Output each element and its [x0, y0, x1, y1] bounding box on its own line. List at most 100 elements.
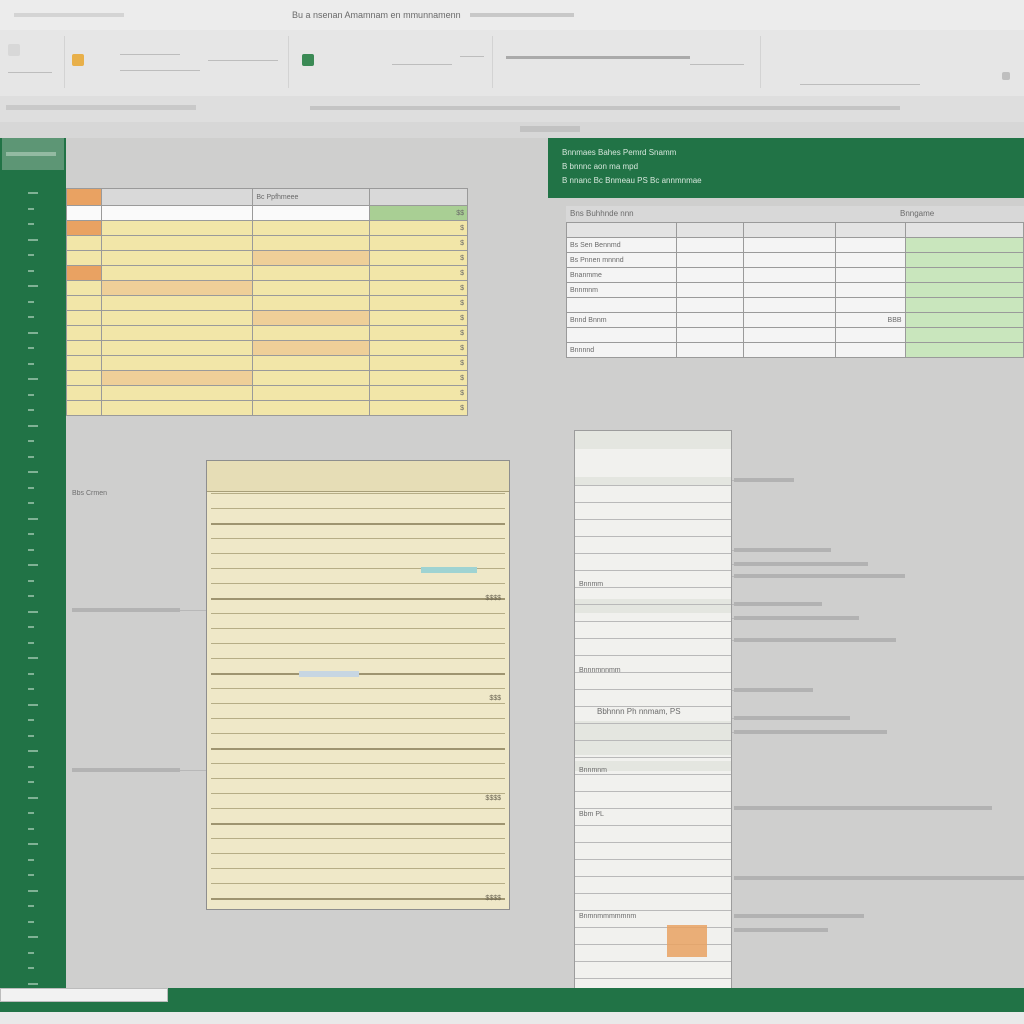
row-number[interactable] [28, 424, 38, 427]
row-number[interactable] [28, 440, 34, 442]
row-number[interactable] [28, 300, 34, 303]
table-cell[interactable] [904, 252, 1024, 268]
table-cell[interactable] [834, 297, 906, 313]
table-cell[interactable]: $ [368, 265, 469, 281]
table-cell[interactable] [252, 340, 370, 356]
table-cell[interactable] [834, 237, 906, 253]
table-cell[interactable] [66, 325, 102, 341]
row-number[interactable] [28, 920, 34, 923]
table-cell[interactable] [252, 355, 370, 371]
ribbon-group-number[interactable] [500, 36, 761, 88]
table-cell[interactable]: $ [368, 340, 469, 356]
table-cell[interactable] [100, 280, 254, 296]
table-cell[interactable] [66, 235, 102, 251]
row-number[interactable] [28, 967, 34, 969]
row-number[interactable] [28, 347, 34, 349]
table-cell[interactable] [675, 327, 745, 343]
table-cell[interactable] [66, 250, 102, 266]
table-cell[interactable] [252, 280, 370, 296]
row-number[interactable] [28, 657, 38, 659]
table-cell[interactable] [252, 295, 370, 311]
row-number[interactable] [28, 905, 34, 907]
table-cell[interactable] [834, 267, 906, 283]
table-cell[interactable]: Bnnnnd [566, 342, 677, 358]
row-number[interactable] [28, 626, 34, 628]
row-number[interactable] [28, 843, 38, 845]
sheet-tab[interactable] [0, 988, 168, 1002]
row-number[interactable] [28, 703, 38, 706]
table-cell[interactable]: Bnnmnm [566, 282, 677, 298]
table-cell[interactable]: $ [368, 250, 469, 266]
table-cell[interactable]: $ [368, 370, 469, 386]
table-cell[interactable] [675, 312, 745, 328]
ribbon-group-alignment[interactable] [292, 36, 493, 88]
row-number[interactable] [28, 765, 34, 768]
table-cell[interactable] [743, 297, 836, 313]
row-number[interactable] [28, 610, 38, 613]
row-number[interactable] [28, 331, 38, 334]
table-cell[interactable] [66, 220, 102, 236]
table-cell[interactable] [100, 205, 254, 221]
table-cell[interactable] [743, 312, 836, 328]
table-cell[interactable]: $ [368, 325, 469, 341]
table-cell[interactable] [566, 297, 677, 313]
table-cell[interactable] [904, 327, 1024, 343]
table-cell[interactable] [252, 205, 370, 221]
table-cell[interactable] [66, 340, 102, 356]
table-cell[interactable] [675, 252, 745, 268]
row-number[interactable] [28, 595, 34, 597]
table-cell[interactable] [100, 325, 254, 341]
format-icon[interactable] [302, 54, 314, 66]
table-cell[interactable] [743, 222, 836, 238]
row-number[interactable] [28, 951, 34, 954]
table-cell[interactable] [904, 297, 1024, 313]
highlight-icon[interactable] [72, 54, 84, 66]
table-cell[interactable] [66, 280, 102, 296]
table-cell[interactable] [743, 327, 836, 343]
table-cell[interactable] [743, 252, 836, 268]
row-number[interactable] [28, 688, 34, 690]
table-cell[interactable]: $ [368, 310, 469, 326]
table-cell[interactable] [66, 400, 102, 416]
name-box[interactable] [6, 105, 196, 110]
table-cell[interactable]: $$ [368, 205, 469, 221]
table-cell[interactable] [252, 385, 370, 401]
table-cell[interactable] [252, 400, 370, 416]
table-a-header-cell[interactable] [100, 188, 254, 206]
row-number[interactable] [28, 471, 38, 473]
table-cell[interactable] [100, 295, 254, 311]
row-number[interactable] [28, 641, 34, 644]
table-cell[interactable]: Bnanmme [566, 267, 677, 283]
column-d-orange-cell[interactable] [667, 925, 707, 957]
row-number[interactable] [28, 285, 38, 287]
table-cell[interactable] [100, 355, 254, 371]
row-number[interactable] [28, 269, 34, 272]
table-cell[interactable] [252, 250, 370, 266]
formula-bar[interactable] [0, 96, 1024, 123]
row-number[interactable] [28, 517, 38, 520]
table-cell[interactable] [904, 267, 1024, 283]
row-number[interactable] [28, 812, 34, 814]
table-a-header-cell[interactable] [368, 188, 469, 206]
table-a-header-cell[interactable] [66, 188, 102, 206]
table-cell[interactable] [66, 265, 102, 281]
table-cell[interactable] [66, 205, 102, 221]
table-cell[interactable] [904, 282, 1024, 298]
row-number[interactable] [28, 223, 34, 225]
table-cell[interactable]: Bs Sen Bennmd [566, 237, 677, 253]
table-cell[interactable] [675, 297, 745, 313]
table-cell[interactable] [66, 310, 102, 326]
table-cell[interactable] [66, 370, 102, 386]
row-number[interactable] [28, 874, 34, 876]
table-cell[interactable] [100, 340, 254, 356]
row-number[interactable] [28, 719, 34, 721]
table-cell[interactable] [566, 222, 677, 238]
table-cell[interactable] [675, 282, 745, 298]
table-cell[interactable]: $ [368, 280, 469, 296]
row-number[interactable] [28, 254, 34, 256]
table-cell[interactable] [100, 220, 254, 236]
collapse-ribbon-icon[interactable] [1002, 72, 1010, 80]
row-number[interactable] [28, 502, 34, 504]
table-cell[interactable]: $ [368, 295, 469, 311]
row-number[interactable] [28, 734, 34, 737]
